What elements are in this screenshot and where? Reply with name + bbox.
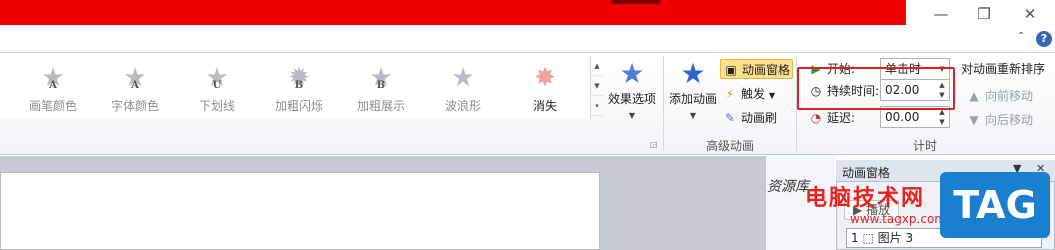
- slide-canvas[interactable]: [0, 172, 600, 250]
- add-animation-button[interactable]: ★ 添加动画 ▼: [666, 57, 720, 121]
- group-label-advanced-animation: 高级动画: [705, 139, 754, 153]
- effect-pen-color[interactable]: ★ A 画笔颜色: [13, 63, 93, 115]
- duration-highlight-box: [797, 67, 955, 110]
- chevron-down-icon: ▼: [689, 111, 697, 120]
- arrow-down-icon: ▼: [969, 113, 979, 127]
- item-index: 1: [851, 231, 859, 245]
- restore-button[interactable]: ❐: [970, 3, 998, 25]
- reorder-title: 对动画重新排序: [961, 62, 1046, 76]
- add-star-icon: ★: [680, 57, 706, 90]
- star-U-icon: ★ U: [205, 63, 229, 93]
- collapse-ribbon-icon[interactable]: ⌃: [1017, 31, 1025, 42]
- effect-wave[interactable]: ★ 波浪形: [423, 63, 503, 115]
- animation-pane-button[interactable]: ▣ 动画窗格: [720, 59, 794, 79]
- animation-painter-label: 动画刷: [741, 111, 778, 125]
- animation-pane-label: 动画窗格: [742, 63, 791, 77]
- star-icon: ★: [451, 63, 475, 93]
- delay-value: 00.00: [885, 110, 920, 124]
- delay-spinner[interactable]: ▲ ▼: [935, 107, 949, 127]
- star-B-burst-icon: ✹ B: [288, 63, 310, 93]
- lightning-icon: ⚡: [725, 87, 735, 101]
- trigger-button[interactable]: ⚡ 触发 ▼: [722, 84, 775, 104]
- effect-bold-reveal[interactable]: ★ B 加粗展示: [341, 63, 421, 115]
- group-divider: [663, 56, 664, 151]
- dialog-launcher-icon[interactable]: ◲: [650, 140, 658, 149]
- move-earlier-button[interactable]: ▲ 向前移动: [966, 86, 1033, 106]
- watermark-site-name: 电脑技术网: [805, 186, 926, 211]
- mouse-click-icon: ⬚: [862, 231, 874, 245]
- animation-pane-icon: ▣: [725, 63, 737, 77]
- gallery-scroll-down-icon[interactable]: ▼: [591, 76, 603, 96]
- effect-options-label: 效果选项: [607, 92, 656, 106]
- gallery-expand-icon[interactable]: ▾: [591, 96, 603, 116]
- watermark-url: www.tagxp.com: [850, 212, 946, 226]
- move-later-label: 向后移动: [985, 113, 1034, 127]
- gallery-scroll-up-icon[interactable]: ▲: [591, 56, 603, 76]
- effect-label: 消失: [532, 99, 557, 113]
- chevron-down-icon: ▼: [628, 111, 636, 120]
- painter-icon: ✎: [724, 111, 736, 125]
- delay-clock-icon: ◔: [810, 111, 822, 125]
- trigger-label: 触发: [741, 87, 766, 101]
- ribbon-tab-row: [0, 30, 1055, 52]
- star-A-icon: ★ A: [123, 63, 147, 93]
- star-icon: ★: [619, 57, 645, 90]
- move-later-button[interactable]: ▼ 向后移动: [966, 110, 1033, 130]
- animation-painter-button[interactable]: ✎ 动画刷: [722, 108, 777, 128]
- effect-disappear[interactable]: ✸ 消失: [505, 63, 585, 115]
- delay-row: ◔ 延迟:: [808, 108, 855, 128]
- title-bar: [0, 0, 1055, 30]
- chevron-down-icon: ▼: [768, 91, 775, 100]
- watermark-logo: TAG: [940, 172, 1050, 238]
- effect-bold-flash[interactable]: ✹ B 加粗闪烁: [259, 63, 339, 115]
- group-label-timing: 计时: [912, 139, 937, 153]
- close-button[interactable]: ✕: [1016, 3, 1044, 25]
- arrow-up-icon: ▲: [969, 89, 979, 103]
- effect-options-button[interactable]: ★ 效果选项 ▼: [604, 57, 660, 121]
- gallery-scroll[interactable]: ▲ ▼ ▾: [590, 56, 603, 118]
- effect-label: 波浪形: [444, 99, 481, 113]
- resource-pane-title: 资源库: [767, 179, 809, 195]
- delay-label: 延迟:: [827, 111, 856, 125]
- add-animation-label: 添加动画: [668, 92, 717, 106]
- effect-underline[interactable]: ★ U 下划线: [177, 63, 257, 115]
- title-band: [0, 0, 906, 25]
- move-earlier-label: 向前移动: [985, 89, 1034, 103]
- burst-icon: ✸: [534, 63, 556, 93]
- minimize-button[interactable]: —: [927, 3, 955, 25]
- item-label: 图片 3: [877, 231, 914, 245]
- star-B-icon: ★ B: [369, 63, 393, 93]
- help-icon[interactable]: ?: [1036, 31, 1052, 47]
- animation-pane-title: 动画窗格: [842, 166, 891, 180]
- title-band-marker: [611, 0, 660, 4]
- effect-font-color[interactable]: ★ A 字体颜色: [95, 63, 175, 115]
- star-A-icon: ★ A: [41, 63, 65, 93]
